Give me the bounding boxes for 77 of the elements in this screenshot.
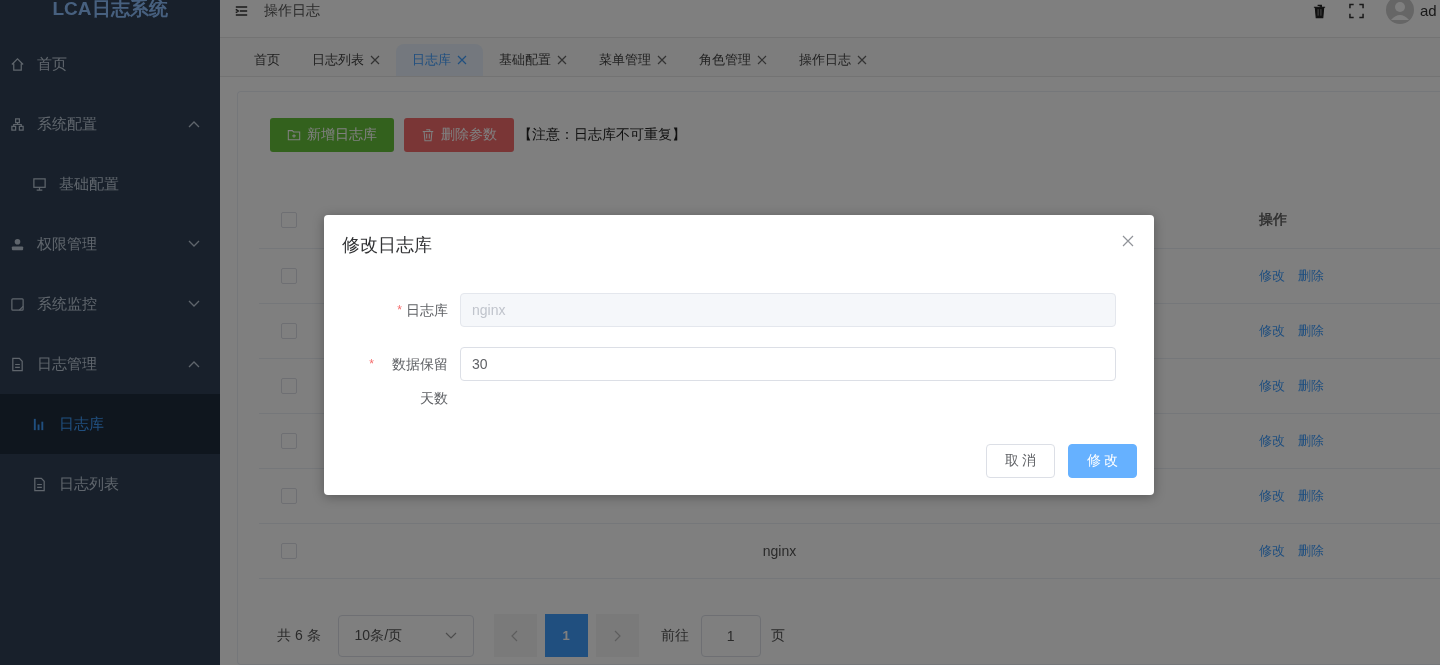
close-icon[interactable] — [657, 55, 667, 65]
action-link[interactable]: 删除 — [1298, 487, 1324, 505]
total-count: 共 6 条 — [277, 626, 321, 645]
action-link[interactable]: 删除 — [1298, 542, 1324, 560]
chevron-right-icon — [613, 629, 622, 642]
add-button[interactable]: 新增日志库 — [270, 118, 394, 152]
tab[interactable]: 菜单管理 — [583, 44, 683, 76]
chevron-left-icon — [511, 629, 520, 642]
goto-label: 前往 — [660, 626, 689, 645]
tab[interactable]: 基础配置 — [483, 44, 583, 76]
table-cell: nginx — [762, 543, 797, 559]
field-label: 数据保留天数 — [391, 355, 448, 408]
tab[interactable]: 日志库 — [396, 44, 483, 76]
sidebar-item[interactable]: 首页 — [0, 34, 220, 94]
action-link[interactable]: 删除 — [1298, 432, 1324, 450]
dialog-title: 修改日志库 — [342, 234, 432, 257]
page-suffix: 页 — [770, 626, 785, 645]
close-icon[interactable] — [457, 55, 467, 65]
next-page-button[interactable] — [595, 614, 639, 657]
page-button[interactable]: 1 — [544, 614, 588, 657]
chevron-up-icon — [188, 120, 200, 128]
action-link[interactable]: 修改 — [1259, 267, 1285, 285]
sidebar-item[interactable]: 日志列表 — [0, 454, 220, 514]
action-link[interactable]: 修改 — [1259, 377, 1285, 395]
document-icon — [32, 476, 47, 492]
sidebar-item[interactable]: 日志管理 — [0, 334, 220, 394]
tab[interactable]: 操作日志 — [783, 44, 883, 76]
required-mark: * — [369, 356, 374, 373]
tab[interactable]: 角色管理 — [683, 44, 783, 76]
user-icon — [10, 236, 25, 252]
chevron-up-icon — [188, 360, 200, 368]
note-text: 【注意：日志库不可重复】 — [518, 126, 686, 144]
action-link[interactable]: 修改 — [1259, 322, 1285, 340]
page-title: 操作日志 — [264, 2, 320, 20]
sidebar-item[interactable]: 系统配置 — [0, 94, 220, 154]
column-header: 操作 — [1259, 210, 1287, 229]
action-link[interactable]: 修改 — [1259, 542, 1285, 560]
delete-button[interactable]: 删除参数 — [404, 118, 514, 152]
close-icon[interactable] — [370, 55, 380, 65]
document-icon — [10, 356, 25, 372]
text-field[interactable]: 30 — [460, 347, 1116, 381]
chevron-down-icon — [188, 240, 200, 248]
sidebar-item[interactable]: 权限管理 — [0, 214, 220, 274]
trash-icon[interactable] — [1312, 3, 1327, 19]
folder-plus-icon — [287, 128, 301, 142]
cancel-button[interactable]: 取 消 — [986, 444, 1055, 478]
chevron-down-icon — [444, 631, 457, 640]
required-mark: * — [397, 302, 402, 319]
goto-page-field[interactable]: 1 — [700, 614, 761, 657]
close-icon[interactable] — [1122, 235, 1134, 247]
sidebar-item[interactable]: 基础配置 — [0, 154, 220, 214]
previous-page-button[interactable] — [493, 614, 537, 657]
confirm-button[interactable]: 修 改 — [1068, 444, 1137, 478]
home-icon — [10, 56, 25, 72]
monitor-icon — [32, 176, 47, 192]
user-name[interactable]: ad — [1420, 2, 1440, 19]
close-icon[interactable] — [857, 55, 867, 65]
close-icon[interactable] — [757, 55, 767, 65]
tab[interactable]: 日志列表 — [296, 44, 396, 76]
field-label: 日志库 — [406, 301, 448, 320]
sidebar-item[interactable]: 日志库 — [0, 394, 220, 454]
action-link[interactable]: 修改 — [1259, 432, 1285, 450]
page-size-select[interactable]: 10条/页 — [337, 614, 474, 657]
avatar-icon[interactable] — [1386, 0, 1414, 24]
action-link[interactable]: 删除 — [1298, 267, 1324, 285]
action-link[interactable]: 删除 — [1298, 322, 1324, 340]
trash-icon — [421, 128, 435, 142]
square-icon — [10, 296, 25, 312]
action-link[interactable]: 删除 — [1298, 377, 1324, 395]
sidebar-item[interactable]: 系统监控 — [0, 274, 220, 334]
close-icon[interactable] — [557, 55, 567, 65]
menu-icon[interactable] — [235, 5, 248, 17]
tab[interactable]: 首页 — [238, 44, 296, 76]
action-link[interactable]: 修改 — [1259, 487, 1285, 505]
chevron-down-icon — [188, 300, 200, 308]
sitemap-icon — [10, 116, 25, 132]
fullscreen-icon[interactable] — [1349, 3, 1364, 19]
